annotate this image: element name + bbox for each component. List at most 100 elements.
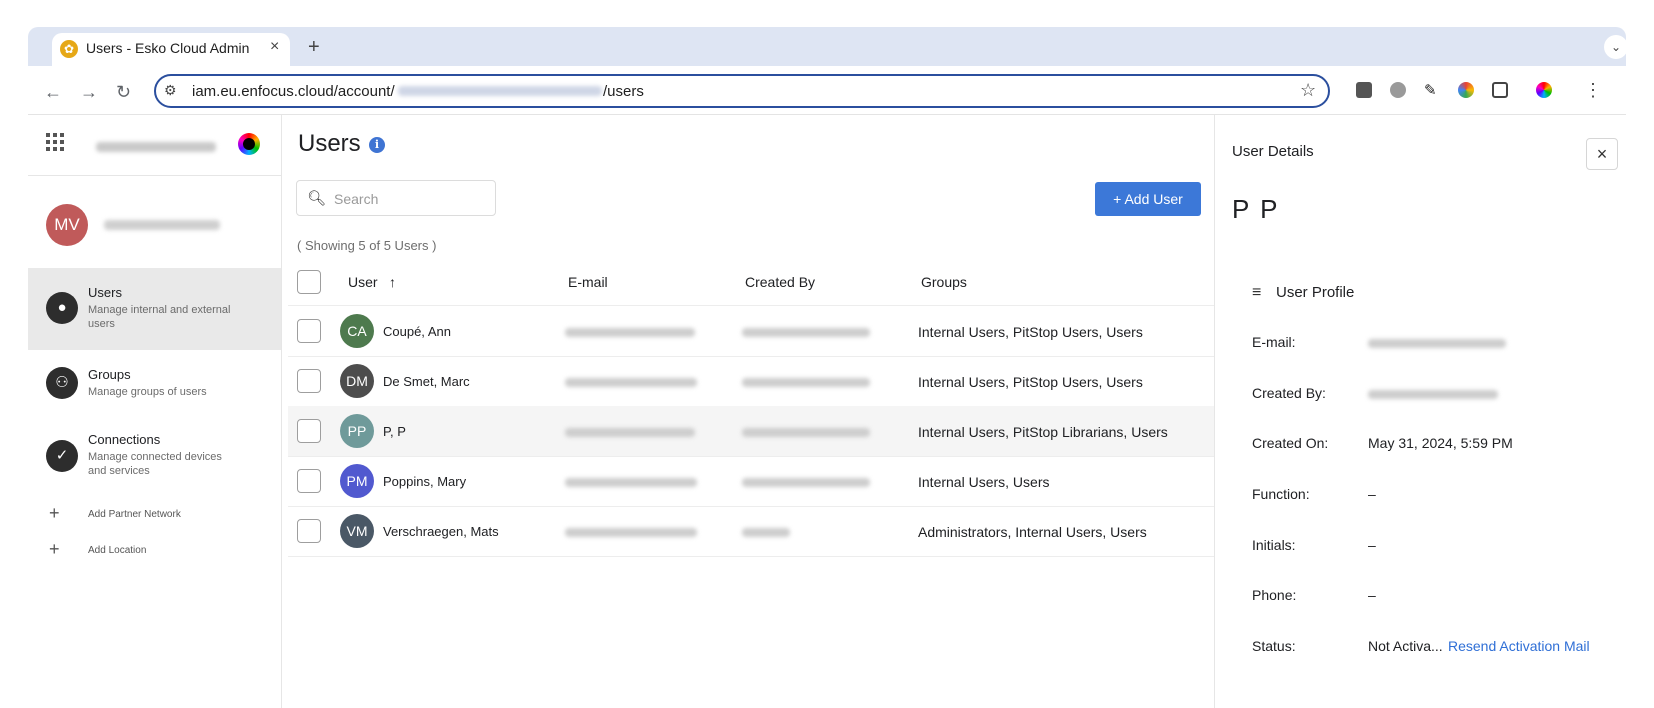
sidebar-item-description: Manage connected devices and services: [88, 451, 222, 477]
info-icon[interactable]: i: [369, 137, 385, 153]
email-redacted: [565, 528, 697, 537]
email-redacted: [565, 478, 697, 487]
sort-ascending-icon[interactable]: ↑: [389, 274, 396, 290]
new-tab-icon[interactable]: +: [308, 36, 320, 59]
browser-tab-title: Users - Esko Cloud Admin: [86, 40, 250, 56]
avatar: PM: [340, 464, 374, 498]
user-groups: Internal Users, PitStop Users, Users: [918, 374, 1143, 390]
url-suffix: /users: [603, 83, 644, 100]
detail-label-created-on: Created On:: [1252, 435, 1329, 451]
add-partner-network-link[interactable]: Add Partner Network: [88, 509, 181, 520]
avatar: PP: [340, 414, 374, 448]
close-panel-button[interactable]: ×: [1586, 138, 1618, 170]
column-header-email[interactable]: E-mail: [568, 274, 608, 290]
sidebar-item-label: Users: [88, 285, 122, 300]
detail-label-initials: Initials:: [1252, 537, 1296, 553]
list-icon: ≡: [1252, 284, 1262, 301]
current-user-name-redacted: [104, 220, 220, 230]
detail-value-status: Not Activa...: [1368, 638, 1443, 654]
tab-search-icon[interactable]: ⌄: [1604, 35, 1628, 59]
user-name: Verschraegen, Mats: [383, 524, 499, 539]
url-redacted: [398, 86, 602, 96]
user-groups: Internal Users, PitStop Librarians, User…: [918, 424, 1168, 440]
app-launcher-icon[interactable]: [46, 133, 64, 151]
extension-icon[interactable]: [1390, 82, 1406, 98]
plus-icon[interactable]: +: [49, 539, 60, 560]
detail-label-email: E-mail:: [1252, 334, 1296, 350]
user-display-name: P P: [1232, 194, 1280, 224]
search-icon: 🔍︎: [307, 190, 327, 207]
email-redacted: [565, 378, 697, 387]
email-redacted: [565, 328, 695, 337]
user-groups: Internal Users, PitStop Users, Users: [918, 324, 1143, 340]
user-name: P, P: [383, 424, 406, 439]
select-all-checkbox[interactable]: [297, 270, 321, 294]
add-location-link[interactable]: Add Location: [88, 545, 146, 556]
puzzle-extensions-icon[interactable]: [1492, 82, 1508, 98]
user-groups: Administrators, Internal Users, Users: [918, 524, 1147, 540]
user-icon: ●: [46, 292, 78, 324]
avatar: VM: [340, 514, 374, 548]
page-title: Users: [298, 130, 361, 157]
site-settings-icon[interactable]: ⚙: [164, 82, 177, 99]
url-prefix: iam.eu.enfocus.cloud/account/: [192, 83, 395, 100]
add-user-button[interactable]: + Add User: [1095, 182, 1201, 216]
avatar: DM: [340, 364, 374, 398]
user-groups: Internal Users, Users: [918, 474, 1050, 490]
detail-value-phone: –: [1368, 587, 1376, 603]
sidebar-item-connections[interactable]: Connections: [88, 432, 160, 447]
created-by-redacted: [742, 378, 870, 387]
detail-label-status: Status:: [1252, 638, 1296, 654]
resend-activation-link[interactable]: Resend Activation Mail: [1448, 638, 1590, 654]
extension-icon[interactable]: [1356, 82, 1372, 98]
profile-avatar-icon[interactable]: [1536, 82, 1552, 98]
account-logo-icon: [238, 133, 260, 155]
showing-count: ( Showing 5 of 5 Users ): [297, 238, 437, 253]
detail-label-function: Function:: [1252, 486, 1310, 502]
detail-value-initials: –: [1368, 537, 1376, 553]
pen-extension-icon[interactable]: ✎: [1424, 81, 1440, 99]
column-header-user[interactable]: User: [348, 274, 378, 290]
detail-email-redacted: [1368, 339, 1506, 348]
row-checkbox[interactable]: [297, 319, 321, 343]
row-checkbox[interactable]: [297, 469, 321, 493]
forward-icon[interactable]: →: [80, 82, 98, 103]
email-redacted: [565, 428, 695, 437]
tab-close-icon[interactable]: ×: [270, 38, 279, 56]
reload-icon[interactable]: ↻: [116, 82, 131, 103]
row-checkbox[interactable]: [297, 369, 321, 393]
color-extension-icon[interactable]: [1458, 82, 1474, 98]
current-user-avatar[interactable]: MV: [46, 204, 88, 246]
created-by-redacted: [742, 328, 870, 337]
sidebar-item-groups[interactable]: Groups: [88, 367, 131, 382]
created-by-redacted: [742, 428, 870, 437]
user-name: Poppins, Mary: [383, 474, 467, 489]
panel-title: User Details: [1232, 143, 1314, 160]
detail-label-phone: Phone:: [1252, 587, 1297, 603]
sidebar-item-description: Manage internal and external users: [88, 304, 231, 330]
avatar: CA: [340, 314, 374, 348]
detail-value-created-on: May 31, 2024, 5:59 PM: [1368, 435, 1513, 451]
browser-menu-icon[interactable]: ⋮: [1584, 80, 1602, 101]
row-checkbox[interactable]: [297, 419, 321, 443]
connections-icon: ✓: [46, 440, 78, 472]
user-name: De Smet, Marc: [383, 374, 470, 389]
search-input[interactable]: [332, 188, 486, 210]
bookmark-star-icon[interactable]: ☆: [1300, 80, 1316, 101]
created-by-redacted: [742, 478, 870, 487]
column-header-created-by[interactable]: Created By: [745, 274, 815, 290]
sidebar-item-description: Manage groups of users: [88, 386, 207, 398]
detail-label-created-by: Created By:: [1252, 385, 1326, 401]
column-header-groups[interactable]: Groups: [921, 274, 967, 290]
row-checkbox[interactable]: [297, 519, 321, 543]
back-icon[interactable]: ←: [44, 82, 62, 103]
user-name: Coupé, Ann: [383, 324, 451, 339]
account-name-redacted[interactable]: [96, 142, 216, 152]
divider: [28, 175, 281, 176]
user-profile-heading: User Profile: [1276, 284, 1355, 301]
detail-value-function: –: [1368, 486, 1376, 502]
detail-created-by-redacted: [1368, 390, 1498, 399]
plus-icon[interactable]: +: [49, 503, 60, 524]
esko-favicon-icon: ✿: [60, 40, 78, 58]
group-icon: ⚇: [46, 367, 78, 399]
